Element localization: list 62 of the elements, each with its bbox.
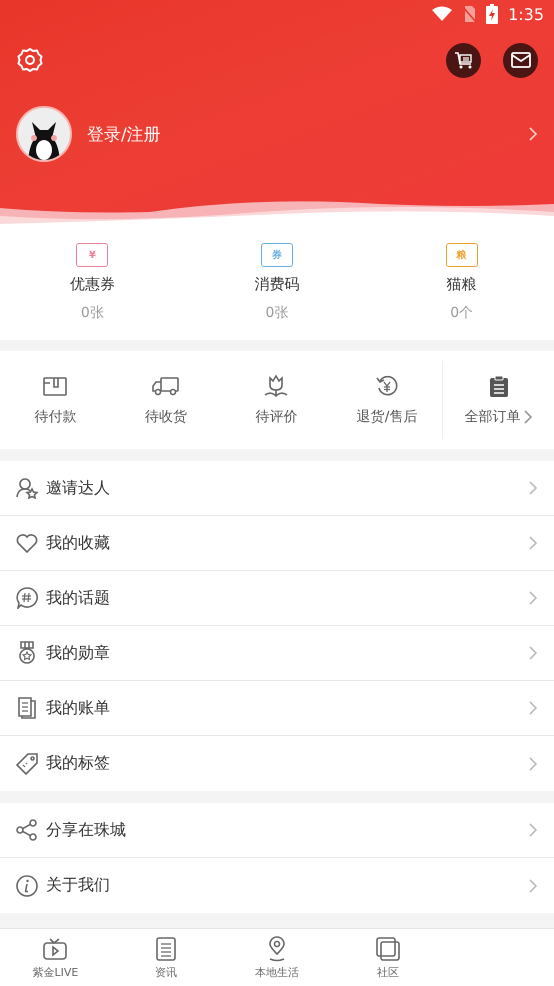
medal-icon <box>17 641 37 665</box>
person-star-icon <box>16 477 38 499</box>
wallet-label[interactable]: 优惠券 <box>70 275 115 294</box>
clipboard-icon <box>488 375 509 397</box>
order-status-tab[interactable]: 待评价 <box>255 408 298 426</box>
wallet-count: 0张 <box>266 304 288 322</box>
battery-icon <box>486 4 498 24</box>
chevron-icon <box>528 645 538 661</box>
menu-item[interactable]: 邀请达人 <box>0 461 554 516</box>
photos-icon <box>376 936 400 960</box>
nav-tab[interactable]: 社区 <box>332 929 444 986</box>
cart-icon <box>454 50 474 70</box>
wallet-label[interactable]: 消费码 <box>254 275 300 294</box>
menu-item[interactable]: 我的账单 <box>0 681 554 736</box>
info-icon <box>16 874 38 896</box>
share-icon <box>16 819 38 841</box>
nav-tab[interactable]: 资讯 <box>110 929 222 986</box>
wallet-label[interactable]: 猫粮 <box>446 275 477 294</box>
list-icon <box>156 936 176 960</box>
flower-icon <box>263 374 290 398</box>
chevron-icon <box>528 535 538 551</box>
bill-icon <box>17 697 37 719</box>
ticket-icon: 券 <box>261 243 293 267</box>
chevron-icon <box>528 700 538 716</box>
ticket-icon: ¥ <box>76 243 108 267</box>
chevron-icon <box>528 878 538 894</box>
settings-icon[interactable] <box>16 46 44 74</box>
chevron-icon <box>528 822 538 838</box>
location-pin-icon <box>266 936 287 962</box>
refund-icon <box>375 374 400 398</box>
all-orders-link[interactable]: 全部订单 <box>464 408 521 426</box>
menu-item[interactable]: 我的收藏 <box>0 516 554 571</box>
wallet-count: 0张 <box>80 304 104 322</box>
no-sim-icon <box>462 5 476 23</box>
hashtag-bubble-icon <box>16 587 38 609</box>
order-status-tab[interactable]: 退货/售后 <box>356 408 418 426</box>
nav-tab[interactable]: 紫金LIVE <box>0 929 111 986</box>
order-status-tab[interactable]: 待收货 <box>144 408 187 426</box>
menu-item[interactable]: 关于我们 <box>0 858 554 913</box>
tv-icon <box>43 938 68 960</box>
status-time: 1:35 <box>508 4 544 24</box>
menu-item[interactable]: 我的勋章 <box>0 626 554 681</box>
chevron-icon <box>522 409 533 425</box>
chevron-icon <box>528 590 538 606</box>
tag-icon <box>16 752 38 774</box>
heart-icon <box>16 533 38 553</box>
wallet-count: 0个 <box>450 304 474 322</box>
chevron-icon <box>528 480 538 496</box>
menu-item[interactable]: 我的标签 <box>0 736 554 791</box>
mail-icon <box>510 52 530 68</box>
menu-item[interactable]: 我的话题 <box>0 571 554 626</box>
mail-button[interactable] <box>503 42 538 78</box>
ticket-icon: 粮 <box>446 243 478 267</box>
nav-tab[interactable]: 本地生活 <box>222 929 332 986</box>
login-link[interactable]: 登录/注册 <box>87 122 528 146</box>
cart-button[interactable] <box>446 42 481 78</box>
menu-item[interactable]: 分享在珠城 <box>0 803 554 858</box>
chevron-icon <box>528 126 538 142</box>
order-status-tab[interactable]: 待付款 <box>34 408 76 426</box>
chevron-icon <box>528 756 538 772</box>
wifi-icon <box>432 6 452 22</box>
truck-icon <box>152 375 180 397</box>
